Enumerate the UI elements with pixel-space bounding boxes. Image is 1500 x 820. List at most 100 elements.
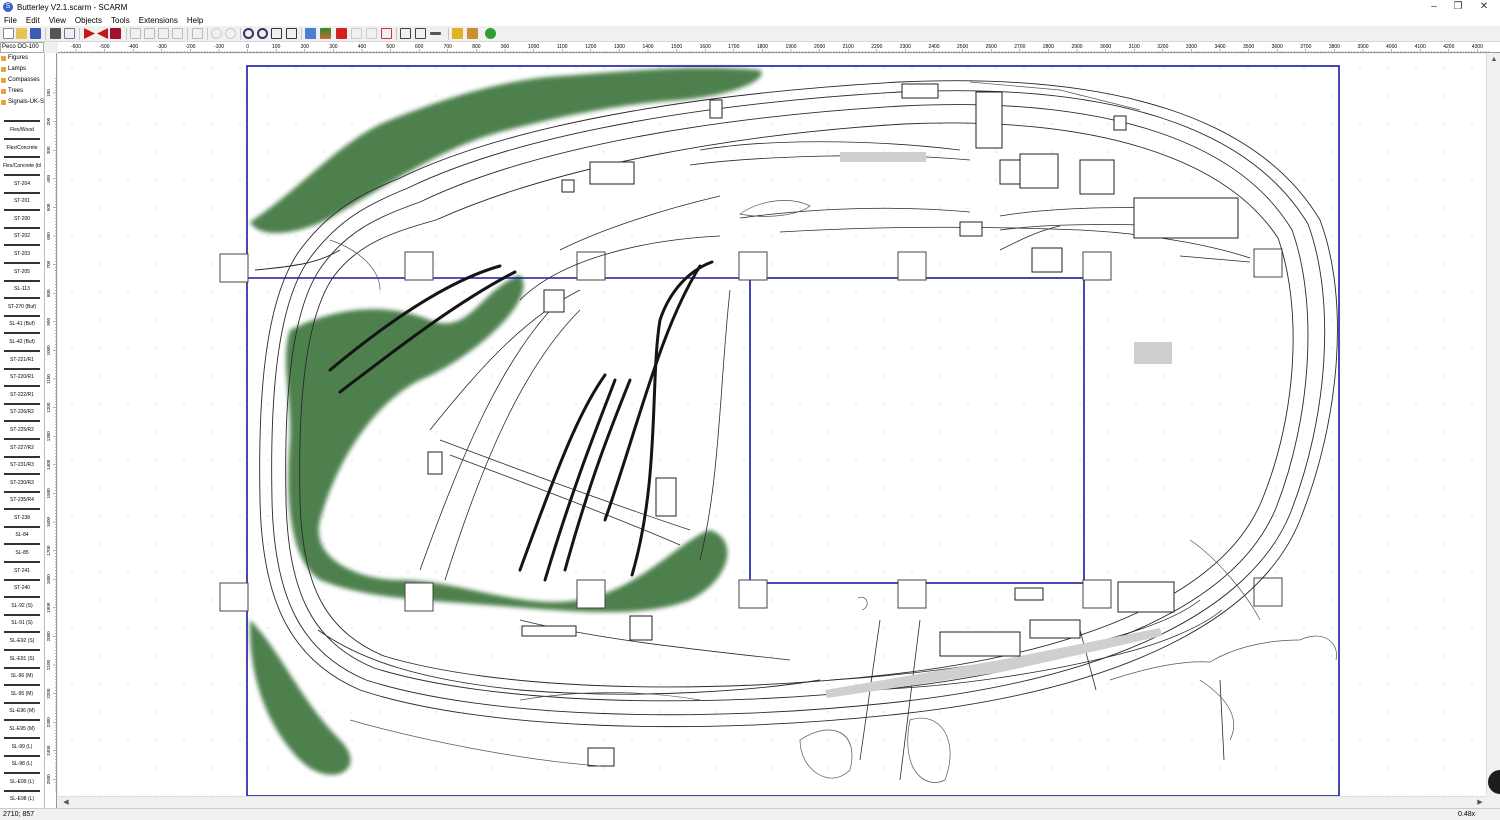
library-item[interactable]: ST-205 bbox=[0, 258, 44, 276]
library-item-flex[interactable]: Flex/Concrete (bl bbox=[0, 152, 44, 170]
undo-icon[interactable] bbox=[211, 28, 222, 39]
line-style-icon[interactable] bbox=[430, 32, 441, 35]
library-panel: Figures Lamps Compasses Trees Signals-UK… bbox=[0, 53, 45, 808]
track-plan-svg[interactable] bbox=[58, 54, 1486, 796]
library-item[interactable]: SL-42 (Buf) bbox=[0, 328, 44, 346]
library-item[interactable]: SL-99 (L) bbox=[0, 733, 44, 751]
menu-edit[interactable]: Edit bbox=[26, 16, 40, 25]
library-item[interactable]: ST-235/R4 bbox=[0, 487, 44, 505]
library-item-glyph bbox=[4, 719, 40, 722]
library-item[interactable]: ST-204 bbox=[0, 170, 44, 188]
mainline-tracks[interactable] bbox=[254, 80, 1338, 728]
library-item[interactable]: SL-92 (S) bbox=[0, 592, 44, 610]
run-train-icon[interactable] bbox=[84, 28, 95, 39]
align-icon[interactable] bbox=[366, 28, 377, 39]
zoom-fit-icon[interactable] bbox=[271, 28, 282, 39]
library-item[interactable]: SL-91 (S) bbox=[0, 610, 44, 628]
library-item[interactable]: SL-98 (L) bbox=[0, 751, 44, 769]
library-item[interactable]: SL-85 bbox=[0, 539, 44, 557]
menu-view[interactable]: View bbox=[49, 16, 66, 25]
library-item[interactable]: ST-200 bbox=[0, 205, 44, 223]
copy-icon[interactable] bbox=[144, 28, 155, 39]
library-item[interactable]: ST-270 (Buf) bbox=[0, 293, 44, 311]
library-selector[interactable]: Peco OO-100 bbox=[0, 42, 44, 53]
library-item[interactable]: SL-E96 (M) bbox=[0, 698, 44, 716]
library-item[interactable]: SL-84 bbox=[0, 522, 44, 540]
delete-icon[interactable] bbox=[172, 28, 183, 39]
library-category[interactable]: Trees bbox=[0, 86, 44, 97]
vertical-scrollbar[interactable]: ▲ bbox=[1486, 54, 1500, 796]
scroll-left-arrow[interactable]: ◀ bbox=[60, 798, 72, 806]
library-item[interactable]: SL-E95 (M) bbox=[0, 715, 44, 733]
menu-objects[interactable]: Objects bbox=[75, 16, 102, 25]
library-item[interactable]: SL-E99 (L) bbox=[0, 768, 44, 786]
menu-extensions[interactable]: Extensions bbox=[139, 16, 178, 25]
cut-icon[interactable] bbox=[130, 28, 141, 39]
library-item[interactable]: SL-41 (Buf) bbox=[0, 311, 44, 329]
text-tool-icon[interactable] bbox=[336, 28, 347, 39]
layout-canvas[interactable] bbox=[58, 54, 1486, 796]
library-item[interactable]: ST-222/R1 bbox=[0, 381, 44, 399]
library-category[interactable]: Figures bbox=[0, 53, 44, 64]
library-item[interactable]: ST-230/R3 bbox=[0, 469, 44, 487]
open-folder-icon[interactable] bbox=[16, 28, 27, 39]
library-item[interactable]: SL-E92 (S) bbox=[0, 627, 44, 645]
new-file-icon[interactable] bbox=[3, 28, 14, 39]
library-item[interactable]: SL-96 (M) bbox=[0, 663, 44, 681]
zoom-in-icon[interactable] bbox=[243, 28, 254, 39]
library-item[interactable]: SL-E91 (S) bbox=[0, 645, 44, 663]
horizontal-scrollbar[interactable]: ◀ ▶ bbox=[58, 796, 1486, 808]
delete-selection-icon[interactable] bbox=[381, 28, 392, 39]
library-item[interactable]: ST-220/R1 bbox=[0, 364, 44, 382]
print-preview-icon[interactable] bbox=[64, 28, 75, 39]
zoom-window-icon[interactable] bbox=[286, 28, 297, 39]
library-item[interactable]: SL-95 (M) bbox=[0, 680, 44, 698]
zoom-out-icon[interactable] bbox=[257, 28, 268, 39]
terrain-tool-icon[interactable] bbox=[415, 28, 426, 39]
incline-tracks[interactable] bbox=[328, 260, 714, 582]
reverse-icon[interactable] bbox=[97, 28, 108, 39]
scroll-right-arrow[interactable]: ▶ bbox=[1474, 798, 1486, 806]
close-button[interactable]: ✕ bbox=[1470, 0, 1498, 14]
library-item[interactable]: SL-E98 (L) bbox=[0, 786, 44, 804]
menu-tools[interactable]: Tools bbox=[111, 16, 130, 25]
library-item[interactable]: ST-201 bbox=[0, 188, 44, 206]
print-icon[interactable] bbox=[50, 28, 61, 39]
properties-icon[interactable] bbox=[305, 28, 316, 39]
library-item[interactable]: ST-240 bbox=[0, 575, 44, 593]
library-item[interactable]: ST-203 bbox=[0, 240, 44, 258]
menu-help[interactable]: Help bbox=[187, 16, 203, 25]
library-item[interactable]: ST-221/R1 bbox=[0, 346, 44, 364]
library-item[interactable]: ST-231/R3 bbox=[0, 452, 44, 470]
menu-file[interactable]: File bbox=[4, 16, 17, 25]
forward-fast-icon[interactable] bbox=[110, 28, 121, 39]
3d-objects-icon[interactable] bbox=[452, 28, 463, 39]
library-item[interactable]: ST-226/R2 bbox=[0, 399, 44, 417]
library-category[interactable]: Lamps bbox=[0, 64, 44, 75]
library-item-flex[interactable]: Flex/Concrete bbox=[0, 134, 44, 152]
library-item[interactable]: ST-202 bbox=[0, 223, 44, 241]
buildings bbox=[427, 83, 1239, 767]
library-item[interactable]: ST-225/R2 bbox=[0, 416, 44, 434]
scroll-up-arrow[interactable]: ▲ bbox=[1488, 56, 1500, 63]
yard-sidings[interactable] bbox=[419, 141, 1251, 781]
library-item-glyph bbox=[4, 367, 40, 370]
library-item-flex[interactable]: Flex/Wood bbox=[0, 116, 44, 134]
library-category[interactable]: Signals-UK-S bbox=[0, 97, 44, 108]
measure-icon[interactable] bbox=[351, 28, 362, 39]
ruler-label: 1000 bbox=[46, 345, 51, 356]
library-item[interactable]: ST-241 bbox=[0, 557, 44, 575]
maximize-button[interactable]: ❐ bbox=[1444, 0, 1472, 14]
library-item[interactable]: ST-227/R2 bbox=[0, 434, 44, 452]
save-icon[interactable] bbox=[30, 28, 41, 39]
library-item[interactable]: SL-113 bbox=[0, 276, 44, 294]
redo-icon[interactable] bbox=[225, 28, 236, 39]
track-tool-icon[interactable] bbox=[400, 28, 411, 39]
library-category[interactable]: Compasses bbox=[0, 75, 44, 86]
layers-icon[interactable] bbox=[320, 28, 331, 39]
rolling-stock-icon[interactable] bbox=[467, 28, 478, 39]
3d-view-icon[interactable] bbox=[485, 28, 496, 39]
select-all-icon[interactable] bbox=[192, 28, 203, 39]
paste-icon[interactable] bbox=[158, 28, 169, 39]
library-item[interactable]: ST-238 bbox=[0, 504, 44, 522]
